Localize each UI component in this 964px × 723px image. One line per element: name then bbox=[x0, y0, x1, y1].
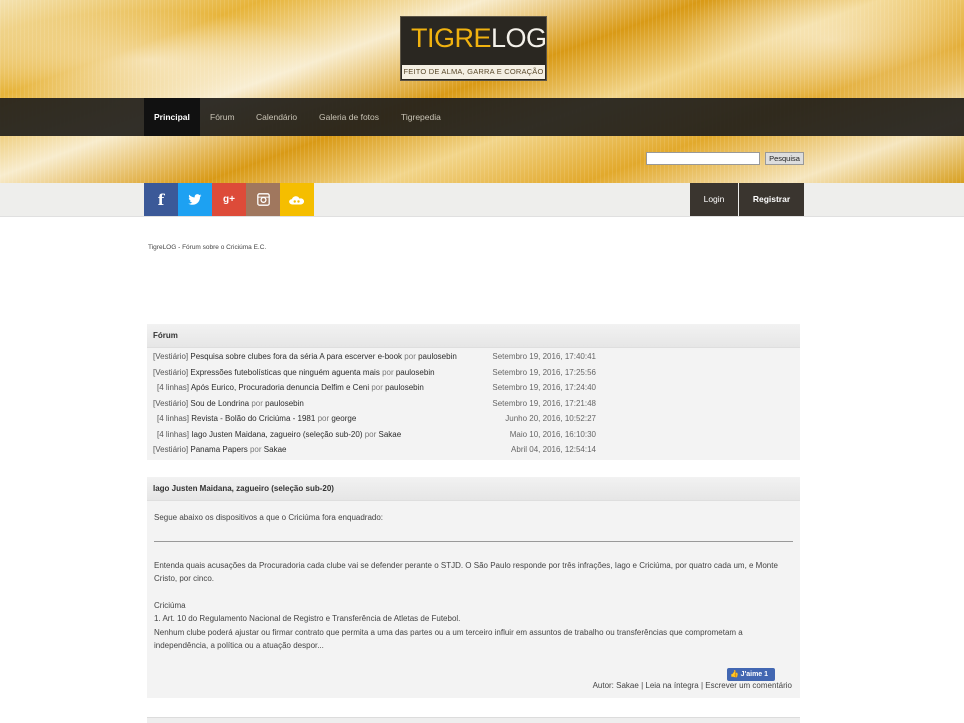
post-category[interactable]: [4 linhas] bbox=[157, 430, 189, 439]
post-title[interactable]: Pesquisa sobre clubes fora da séria A pa… bbox=[190, 352, 402, 361]
post-date: Maio 10, 2016, 16:10:30 bbox=[509, 429, 596, 439]
thumbs-up-icon: 👍 bbox=[730, 671, 739, 678]
logo-part-1: TIGRE bbox=[411, 23, 492, 53]
forum-post-row[interactable]: [Vestiário] Pesquisa sobre clubes fora d… bbox=[153, 350, 457, 364]
like-count-label: J'aime 1 bbox=[740, 671, 769, 678]
post-title[interactable]: Revista - Bolão do Criciúma - 1981 bbox=[191, 414, 315, 423]
post-author[interactable]: george bbox=[331, 414, 356, 423]
site-tagline: FEITO DE ALMA, GARRA E CORAÇÃO bbox=[402, 65, 545, 79]
main-nav: Principal Fórum Calendário Galeria de fo… bbox=[0, 98, 964, 136]
forum-panel-title: Fórum bbox=[147, 324, 800, 348]
article-meta: Autor: Sakae | Leia na íntegra | Escreve… bbox=[593, 681, 792, 690]
article-title[interactable]: Iago Justen Maidana, zagueiro (seleção s… bbox=[147, 477, 800, 501]
write-comment-link[interactable]: Escrever um comentário bbox=[705, 681, 792, 690]
forum-post-row[interactable]: [4 linhas] Revista - Bolão do Criciúma -… bbox=[157, 412, 356, 426]
article-author-link[interactable]: Sakae bbox=[616, 681, 639, 690]
instagram-icon[interactable] bbox=[246, 183, 280, 216]
article-rule: 1. Art. 10 do Regulamento Nacional de Re… bbox=[154, 614, 461, 623]
article-panel: Iago Justen Maidana, zagueiro (seleção s… bbox=[147, 477, 800, 698]
post-date: Abril 04, 2016, 12:54:14 bbox=[511, 445, 596, 454]
forum-post-row[interactable]: [4 linhas] Após Eurico, Procuradoria den… bbox=[157, 381, 424, 395]
post-by-label: por bbox=[249, 445, 262, 454]
post-author[interactable]: paulosebin bbox=[265, 399, 304, 408]
post-date: Setembro 19, 2016, 17:40:41 bbox=[492, 352, 596, 361]
article-paragraph-2: Nenhum clube poderá ajustar ou firmar co… bbox=[154, 628, 743, 650]
post-by-label: por bbox=[251, 398, 263, 408]
post-category[interactable]: [Vestiário] bbox=[153, 368, 188, 377]
nav-item-galeria[interactable]: Galeria de fotos bbox=[309, 98, 389, 136]
author-prefix: Autor: bbox=[592, 681, 614, 690]
post-author[interactable]: paulosebin bbox=[418, 352, 457, 361]
article-club-heading: Criciúma bbox=[154, 601, 186, 610]
forum-post-row[interactable]: [Vestiário] Sou de Londrina por pauloseb… bbox=[153, 397, 304, 411]
post-by-label: por bbox=[364, 429, 377, 439]
instagram-camera-glyph bbox=[256, 193, 270, 206]
post-category[interactable]: [4 linhas] bbox=[157, 414, 189, 423]
post-author[interactable]: paulosebin bbox=[396, 368, 435, 377]
next-article-panel bbox=[147, 717, 800, 723]
forum-post-row[interactable]: [4 linhas] Iago Justen Maidana, zagueiro… bbox=[157, 428, 401, 442]
breadcrumb[interactable]: TigreLOG - Fórum sobre o Criciúma E.C. bbox=[148, 244, 266, 251]
post-author[interactable]: Sakae bbox=[379, 430, 402, 439]
post-date: Setembro 19, 2016, 17:24:40 bbox=[492, 383, 596, 392]
post-by-label: por bbox=[371, 383, 383, 392]
post-date: Setembro 19, 2016, 17:25:56 bbox=[492, 367, 596, 377]
post-author[interactable]: paulosebin bbox=[385, 383, 424, 392]
logo-text: TIGRELOG bbox=[411, 23, 547, 53]
post-category[interactable]: [Vestiário] bbox=[153, 352, 188, 361]
nav-item-tigrepedia[interactable]: Tigrepedia bbox=[391, 98, 451, 136]
post-title[interactable]: Panama Papers bbox=[190, 445, 247, 454]
post-title[interactable]: Iago Justen Maidana, zagueiro (seleção s… bbox=[191, 430, 362, 439]
cloud-glyph bbox=[289, 195, 305, 204]
google-plus-icon[interactable]: g+ bbox=[212, 183, 246, 216]
search-button[interactable]: Pesquisa bbox=[765, 152, 804, 165]
post-title[interactable]: Após Eurico, Procuradoria denuncia Delfi… bbox=[191, 383, 369, 392]
facebook-icon[interactable]: f bbox=[144, 183, 178, 216]
post-title[interactable]: Expressões futebolísticas que ninguém ag… bbox=[190, 368, 379, 377]
post-by-label: por bbox=[382, 367, 394, 377]
read-more-link[interactable]: Leia na íntegra bbox=[645, 681, 698, 690]
nav-item-calendario[interactable]: Calendário bbox=[246, 98, 307, 136]
facebook-like-button[interactable]: 👍 J'aime 1 bbox=[727, 668, 775, 681]
meta-separator: | bbox=[700, 681, 704, 690]
post-category[interactable]: [Vestiário] bbox=[153, 399, 188, 408]
login-button[interactable]: Login bbox=[690, 183, 738, 216]
post-author[interactable]: Sakae bbox=[264, 445, 287, 454]
register-button[interactable]: Registrar bbox=[739, 183, 804, 216]
article-divider bbox=[154, 541, 793, 542]
twitter-icon[interactable] bbox=[178, 183, 212, 216]
forum-panel: Fórum [Vestiário] Pesquisa sobre clubes … bbox=[147, 324, 800, 460]
post-by-label: por bbox=[404, 352, 416, 361]
site-logo[interactable]: TIGRELOG FEITO DE ALMA, GARRA E CORAÇÃO bbox=[400, 16, 547, 81]
nav-item-principal[interactable]: Principal bbox=[144, 98, 200, 136]
article-paragraph-1: Entenda quais acusações da Procuradoria … bbox=[154, 561, 778, 583]
flickr-icon[interactable] bbox=[280, 183, 314, 216]
meta-separator: | bbox=[641, 681, 644, 690]
search-input[interactable] bbox=[646, 152, 760, 165]
forum-post-row[interactable]: [Vestiário] Panama Papers por Sakae bbox=[153, 443, 286, 457]
nav-item-forum[interactable]: Fórum bbox=[200, 98, 245, 136]
forum-post-row[interactable]: [Vestiário] Expressões futebolísticas qu… bbox=[153, 366, 435, 380]
post-by-label: por bbox=[317, 414, 330, 423]
article-intro: Segue abaixo os dispositivos a que o Cri… bbox=[154, 513, 384, 522]
post-date: Junho 20, 2016, 10:52:27 bbox=[505, 414, 596, 423]
twitter-bird-glyph bbox=[188, 193, 202, 205]
post-date: Setembro 19, 2016, 17:21:48 bbox=[492, 398, 596, 408]
post-category[interactable]: [4 linhas] bbox=[157, 383, 189, 392]
post-title[interactable]: Sou de Londrina bbox=[190, 399, 249, 408]
post-category[interactable]: [Vestiário] bbox=[153, 445, 188, 454]
logo-part-2: LOG bbox=[491, 23, 547, 53]
